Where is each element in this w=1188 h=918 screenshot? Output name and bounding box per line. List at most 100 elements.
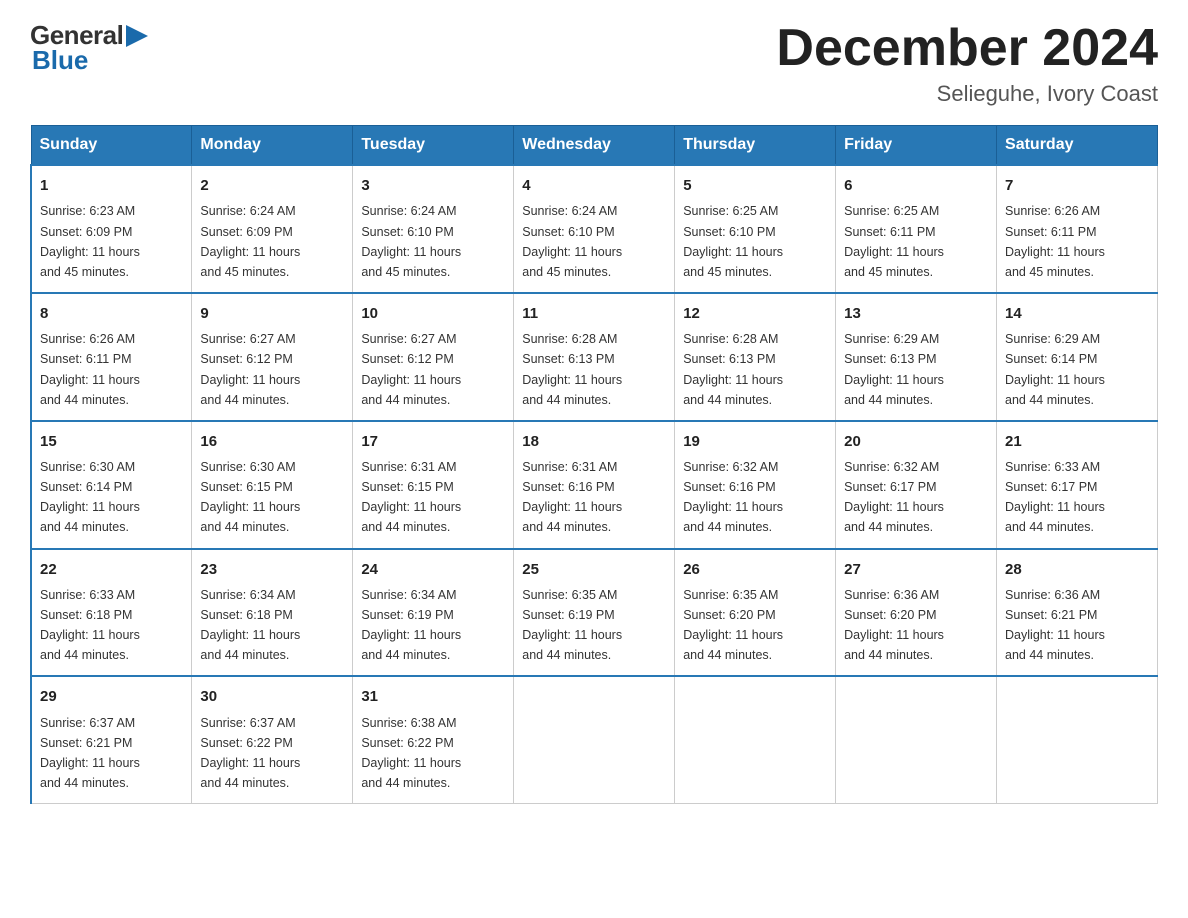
day-info: Sunrise: 6:25 AMSunset: 6:10 PMDaylight:… <box>683 204 783 278</box>
day-info: Sunrise: 6:30 AMSunset: 6:15 PMDaylight:… <box>200 460 300 534</box>
calendar-cell: 16 Sunrise: 6:30 AMSunset: 6:15 PMDayligh… <box>192 421 353 549</box>
calendar-cell <box>675 676 836 803</box>
calendar-cell <box>836 676 997 803</box>
day-number: 6 <box>844 174 988 197</box>
week-row-5: 29Sunrise: 6:37 AMSunset: 6:21 PMDayligh… <box>31 676 1158 803</box>
day-info: Sunrise: 6:28 AMSunset: 6:13 PMDaylight:… <box>683 332 783 406</box>
calendar-cell: 22Sunrise: 6:33 AMSunset: 6:18 PMDayligh… <box>31 549 192 677</box>
calendar-cell: 24 Sunrise: 6:34 AMSunset: 6:19 PMDayligh… <box>353 549 514 677</box>
day-info: Sunrise: 6:30 AMSunset: 6:14 PMDaylight:… <box>40 460 140 534</box>
calendar-cell: 18 Sunrise: 6:31 AMSunset: 6:16 PMDayligh… <box>514 421 675 549</box>
calendar-cell: 8Sunrise: 6:26 AMSunset: 6:11 PMDaylight… <box>31 293 192 421</box>
day-info: Sunrise: 6:32 AMSunset: 6:17 PMDaylight:… <box>844 460 944 534</box>
calendar-cell: 17 Sunrise: 6:31 AMSunset: 6:15 PMDayligh… <box>353 421 514 549</box>
day-number: 7 <box>1005 174 1149 197</box>
day-info: Sunrise: 6:32 AMSunset: 6:16 PMDaylight:… <box>683 460 783 534</box>
calendar-cell <box>514 676 675 803</box>
calendar-cell: 12 Sunrise: 6:28 AMSunset: 6:13 PMDayligh… <box>675 293 836 421</box>
day-number: 20 <box>844 430 988 453</box>
day-info: Sunrise: 6:27 AMSunset: 6:12 PMDaylight:… <box>361 332 461 406</box>
calendar-cell: 7 Sunrise: 6:26 AMSunset: 6:11 PMDaylight… <box>997 165 1158 293</box>
day-number: 11 <box>522 302 666 325</box>
calendar-cell: 26 Sunrise: 6:35 AMSunset: 6:20 PMDayligh… <box>675 549 836 677</box>
day-info: Sunrise: 6:35 AMSunset: 6:20 PMDaylight:… <box>683 588 783 662</box>
calendar-cell: 4 Sunrise: 6:24 AMSunset: 6:10 PMDaylight… <box>514 165 675 293</box>
calendar-header-wednesday: Wednesday <box>514 126 675 166</box>
day-number: 19 <box>683 430 827 453</box>
calendar-cell: 6 Sunrise: 6:25 AMSunset: 6:11 PMDaylight… <box>836 165 997 293</box>
calendar-cell: 5 Sunrise: 6:25 AMSunset: 6:10 PMDaylight… <box>675 165 836 293</box>
day-info: Sunrise: 6:33 AMSunset: 6:18 PMDaylight:… <box>40 588 140 662</box>
day-number: 28 <box>1005 558 1149 581</box>
day-info: Sunrise: 6:29 AMSunset: 6:13 PMDaylight:… <box>844 332 944 406</box>
calendar-cell <box>997 676 1158 803</box>
day-info: Sunrise: 6:24 AMSunset: 6:10 PMDaylight:… <box>522 204 622 278</box>
day-number: 2 <box>200 174 344 197</box>
day-info: Sunrise: 6:37 AMSunset: 6:21 PMDaylight:… <box>40 716 140 790</box>
day-number: 26 <box>683 558 827 581</box>
day-number: 17 <box>361 430 505 453</box>
calendar-cell: 13 Sunrise: 6:29 AMSunset: 6:13 PMDayligh… <box>836 293 997 421</box>
day-number: 3 <box>361 174 505 197</box>
day-number: 23 <box>200 558 344 581</box>
calendar-cell: 19 Sunrise: 6:32 AMSunset: 6:16 PMDayligh… <box>675 421 836 549</box>
day-number: 24 <box>361 558 505 581</box>
day-info: Sunrise: 6:27 AMSunset: 6:12 PMDaylight:… <box>200 332 300 406</box>
calendar-table: SundayMondayTuesdayWednesdayThursdayFrid… <box>30 125 1158 804</box>
day-number: 21 <box>1005 430 1149 453</box>
day-number: 30 <box>200 685 344 708</box>
day-info: Sunrise: 6:37 AMSunset: 6:22 PMDaylight:… <box>200 716 300 790</box>
day-number: 25 <box>522 558 666 581</box>
calendar-cell: 15 Sunrise: 6:30 AMSunset: 6:14 PMDayligh… <box>31 421 192 549</box>
day-number: 8 <box>40 302 183 325</box>
day-info: Sunrise: 6:35 AMSunset: 6:19 PMDaylight:… <box>522 588 622 662</box>
day-info: Sunrise: 6:36 AMSunset: 6:20 PMDaylight:… <box>844 588 944 662</box>
logo-blue-text: Blue <box>32 45 88 76</box>
calendar-cell: 3 Sunrise: 6:24 AMSunset: 6:10 PMDaylight… <box>353 165 514 293</box>
calendar-cell: 1Sunrise: 6:23 AMSunset: 6:09 PMDaylight… <box>31 165 192 293</box>
calendar-cell: 10 Sunrise: 6:27 AMSunset: 6:12 PMDayligh… <box>353 293 514 421</box>
day-number: 12 <box>683 302 827 325</box>
day-info: Sunrise: 6:25 AMSunset: 6:11 PMDaylight:… <box>844 204 944 278</box>
day-info: Sunrise: 6:23 AMSunset: 6:09 PMDaylight:… <box>40 204 140 278</box>
calendar-cell: 21 Sunrise: 6:33 AMSunset: 6:17 PMDayligh… <box>997 421 1158 549</box>
calendar-header-saturday: Saturday <box>997 126 1158 166</box>
day-number: 31 <box>361 685 505 708</box>
day-info: Sunrise: 6:34 AMSunset: 6:18 PMDaylight:… <box>200 588 300 662</box>
calendar-cell: 2Sunrise: 6:24 AMSunset: 6:09 PMDaylight… <box>192 165 353 293</box>
calendar-header-friday: Friday <box>836 126 997 166</box>
day-info: Sunrise: 6:34 AMSunset: 6:19 PMDaylight:… <box>361 588 461 662</box>
day-number: 18 <box>522 430 666 453</box>
calendar-cell: 25 Sunrise: 6:35 AMSunset: 6:19 PMDayligh… <box>514 549 675 677</box>
day-info: Sunrise: 6:26 AMSunset: 6:11 PMDaylight:… <box>1005 204 1105 278</box>
day-number: 16 <box>200 430 344 453</box>
calendar-cell: 29Sunrise: 6:37 AMSunset: 6:21 PMDayligh… <box>31 676 192 803</box>
day-info: Sunrise: 6:29 AMSunset: 6:14 PMDaylight:… <box>1005 332 1105 406</box>
day-info: Sunrise: 6:38 AMSunset: 6:22 PMDaylight:… <box>361 716 461 790</box>
location-title: Selieguhe, Ivory Coast <box>776 81 1158 107</box>
day-number: 13 <box>844 302 988 325</box>
day-info: Sunrise: 6:31 AMSunset: 6:15 PMDaylight:… <box>361 460 461 534</box>
calendar-cell: 9 Sunrise: 6:27 AMSunset: 6:12 PMDaylight… <box>192 293 353 421</box>
week-row-3: 15 Sunrise: 6:30 AMSunset: 6:14 PMDayligh… <box>31 421 1158 549</box>
day-info: Sunrise: 6:33 AMSunset: 6:17 PMDaylight:… <box>1005 460 1105 534</box>
day-info: Sunrise: 6:28 AMSunset: 6:13 PMDaylight:… <box>522 332 622 406</box>
day-number: 15 <box>40 430 183 453</box>
logo-triangle-icon <box>126 25 148 47</box>
page-header: General Blue December 2024 Selieguhe, Iv… <box>30 20 1158 107</box>
day-number: 4 <box>522 174 666 197</box>
calendar-header-row: SundayMondayTuesdayWednesdayThursdayFrid… <box>31 126 1158 166</box>
day-info: Sunrise: 6:24 AMSunset: 6:10 PMDaylight:… <box>361 204 461 278</box>
calendar-cell: 23 Sunrise: 6:34 AMSunset: 6:18 PMDayligh… <box>192 549 353 677</box>
day-info: Sunrise: 6:36 AMSunset: 6:21 PMDaylight:… <box>1005 588 1105 662</box>
week-row-4: 22Sunrise: 6:33 AMSunset: 6:18 PMDayligh… <box>31 549 1158 677</box>
day-number: 5 <box>683 174 827 197</box>
day-number: 9 <box>200 302 344 325</box>
day-info: Sunrise: 6:31 AMSunset: 6:16 PMDaylight:… <box>522 460 622 534</box>
day-number: 10 <box>361 302 505 325</box>
title-block: December 2024 Selieguhe, Ivory Coast <box>776 20 1158 107</box>
calendar-header-monday: Monday <box>192 126 353 166</box>
calendar-header-thursday: Thursday <box>675 126 836 166</box>
week-row-1: 1Sunrise: 6:23 AMSunset: 6:09 PMDaylight… <box>31 165 1158 293</box>
calendar-cell: 30 Sunrise: 6:37 AMSunset: 6:22 PMDayligh… <box>192 676 353 803</box>
